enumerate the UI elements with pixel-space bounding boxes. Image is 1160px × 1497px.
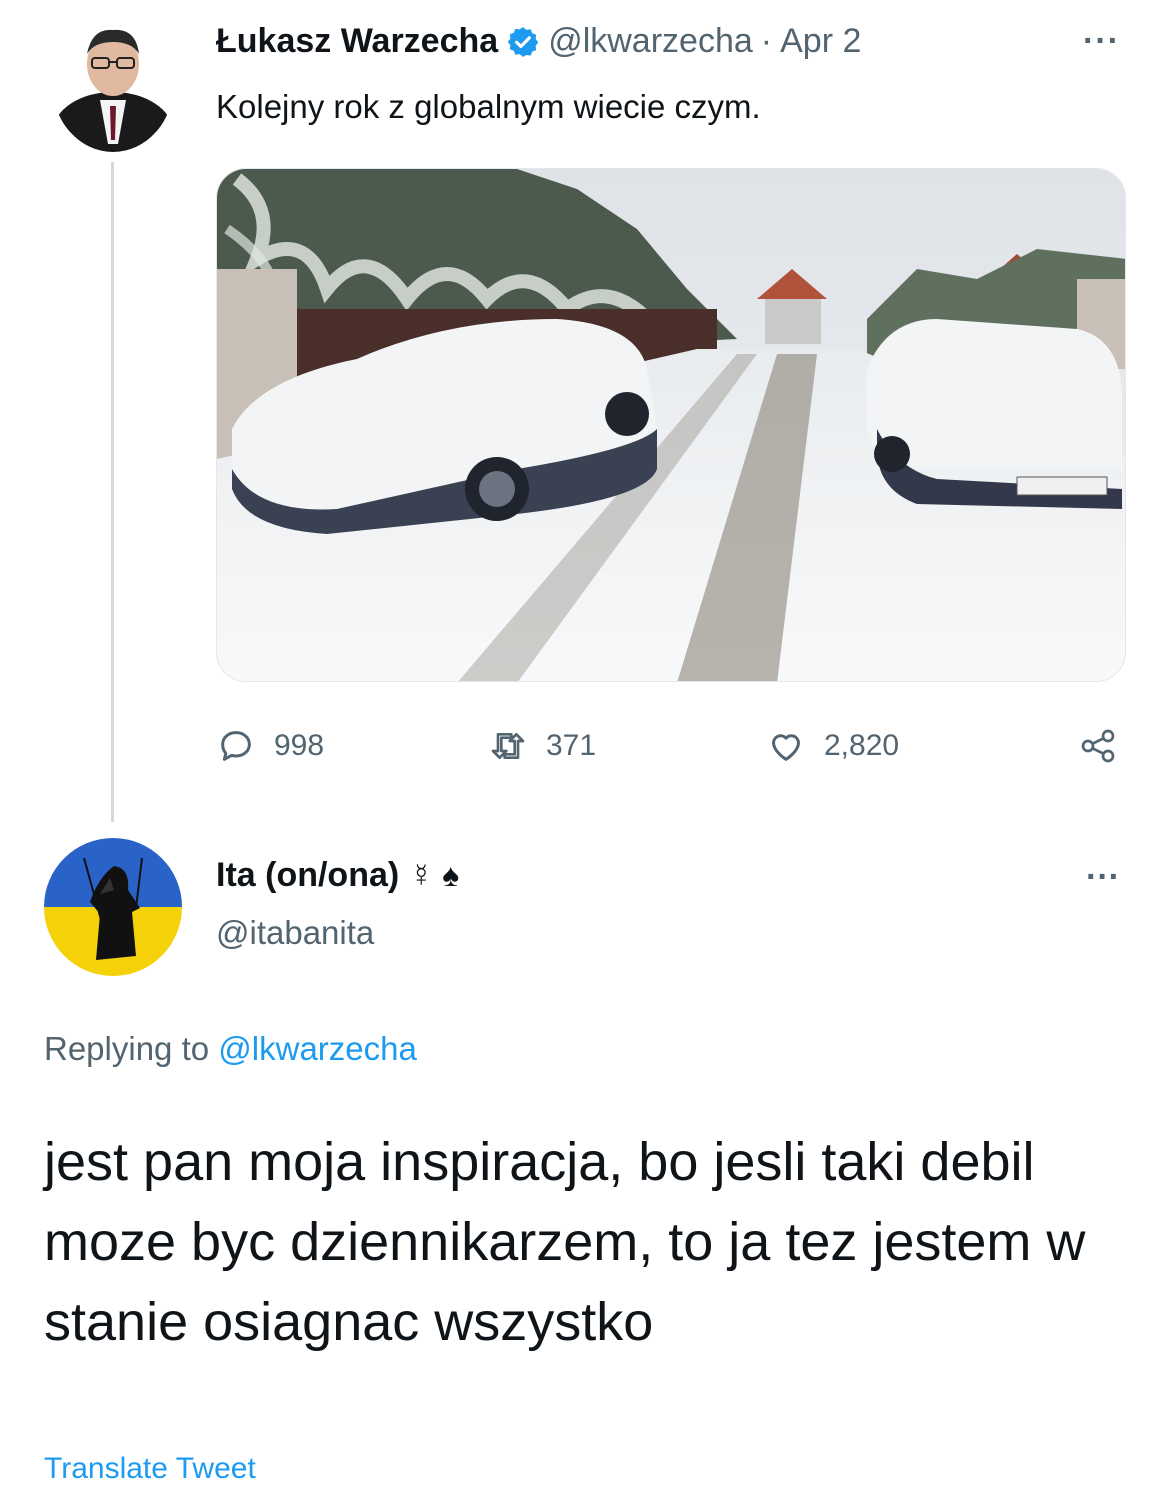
replying-prefix: Replying to <box>44 1030 210 1067</box>
author-avatar[interactable] <box>52 14 174 152</box>
retweet-button[interactable]: 371 <box>488 726 596 766</box>
tweet-media[interactable] <box>216 168 1126 682</box>
retweet-count: 371 <box>546 729 597 762</box>
thread-connector <box>111 162 114 822</box>
reply-author-avatar[interactable] <box>44 838 182 976</box>
verified-icon <box>506 25 540 59</box>
share-icon <box>1081 729 1115 763</box>
share-button[interactable] <box>1078 726 1118 766</box>
reply-button[interactable]: 998 <box>216 726 324 766</box>
more-icon[interactable]: ··· <box>1086 858 1120 897</box>
like-button[interactable]: 2,820 <box>766 726 899 766</box>
header-separator: · <box>760 22 773 60</box>
name-symbols: ☿ ♠ <box>409 857 460 893</box>
replying-to: Replying to @lkwarzecha <box>44 1030 417 1068</box>
retweet-icon <box>491 733 525 759</box>
like-icon <box>772 734 800 761</box>
reply-icon <box>221 731 251 761</box>
reply-count: 998 <box>274 729 325 762</box>
snowy-street-photo <box>217 169 1125 681</box>
replying-handle-link[interactable]: @lkwarzecha <box>218 1030 417 1067</box>
more-icon[interactable]: ··· <box>1083 22 1120 61</box>
reply-author-name-row: Ita (on/ona) ☿ ♠ <box>216 856 459 895</box>
reply-avatar-image <box>44 838 182 976</box>
tweet-actions: 998 371 2,820 <box>216 726 1126 772</box>
author-handle[interactable]: @lkwarzecha <box>548 22 753 61</box>
reply-text: jest pan moja inspiracja, bo jesli taki … <box>44 1132 1086 1352</box>
tweet-date[interactable]: Apr 2 <box>780 22 861 61</box>
author-avatar-image <box>52 14 174 152</box>
reply-author-name[interactable]: Ita (on/ona) <box>216 856 399 895</box>
tweet-text: Kolejny rok z globalnym wiecie czym. <box>216 88 761 125</box>
translate-tweet-link[interactable]: Translate Tweet <box>44 1452 256 1486</box>
tweet-header: Łukasz Warzecha @lkwarzecha · Apr 2 <box>216 22 861 61</box>
reply-author-handle[interactable]: @itabanita <box>216 914 374 952</box>
author-name[interactable]: Łukasz Warzecha <box>216 22 498 61</box>
like-count: 2,820 <box>824 729 900 762</box>
